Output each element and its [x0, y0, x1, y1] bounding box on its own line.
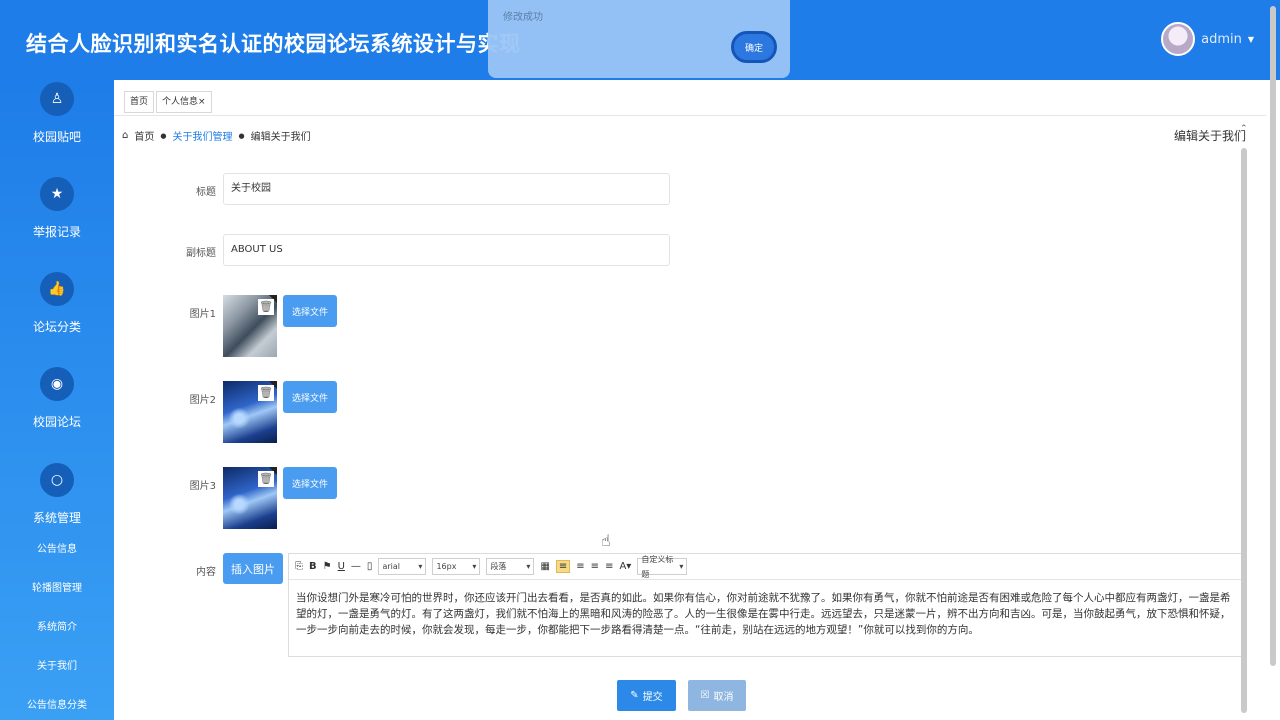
submit-label: 提交: [642, 692, 663, 703]
eye-icon: ◉: [40, 367, 74, 401]
dropdown-arrow-icon: ▾: [418, 562, 423, 571]
sidebar-item-campus-forum[interactable]: ◉ 校园论坛: [0, 367, 114, 430]
separator-dot: ●: [160, 131, 167, 140]
image1-label: 图片1: [189, 309, 216, 320]
align-justify-icon[interactable]: ≡: [605, 561, 613, 572]
page-title: 编辑关于我们: [1173, 129, 1246, 143]
sidebar-subitem-notice-category[interactable]: 公告信息分类: [0, 696, 114, 711]
tab-home[interactable]: 首页: [124, 91, 155, 113]
trash-icon[interactable]: 🗑: [258, 299, 274, 315]
sidebar-subitem-system-intro[interactable]: 系统简介: [0, 618, 114, 633]
font-family-select[interactable]: arial ▾: [378, 558, 427, 575]
user-menu[interactable]: admin ▼: [1161, 22, 1254, 56]
custom-title-value: 自定义标题: [641, 554, 674, 579]
sidebar-item-label: 校园论坛: [32, 415, 81, 429]
trash-icon[interactable]: 🗑: [258, 385, 274, 401]
cancel-button[interactable]: ☒ 取消: [688, 680, 746, 711]
user-name[interactable]: admin: [1201, 32, 1242, 47]
insert-image-button[interactable]: 插入图片: [223, 553, 283, 584]
breadcrumb: ⌂ 首页 ● 关于我们管理 ● 编辑关于我们: [122, 128, 311, 143]
toast-ok-button[interactable]: 确定: [731, 31, 777, 63]
success-toast: 修改成功 确定: [488, 0, 790, 78]
font-color-icon[interactable]: A▾: [619, 561, 631, 572]
subtitle-label: 副标题: [186, 248, 216, 259]
sidebar-subitem-notices[interactable]: 公告信息: [0, 540, 114, 555]
subtitle-input[interactable]: ABOUT US: [223, 234, 670, 266]
align-left-icon[interactable]: ≡: [555, 560, 571, 573]
toast-message: 修改成功: [503, 12, 543, 23]
source-icon[interactable]: ⎘: [295, 561, 303, 572]
image2-label: 图片2: [189, 395, 216, 406]
app-title: 结合人脸识别和实名认证的校园论坛系统设计与实现: [26, 32, 521, 56]
hand-cursor-icon: ☝: [601, 531, 611, 550]
editor-content[interactable]: 当你设想门外是寒冷可怕的世界时，你还应该开门出去看看，是否真的如此。如果你有信心…: [289, 580, 1241, 638]
font-size-value: 16px: [436, 562, 457, 571]
page-scrollbar[interactable]: [1270, 6, 1276, 666]
format-painter-icon[interactable]: ⚑: [323, 561, 332, 572]
search-icon: ○: [40, 463, 74, 497]
chevron-up-icon[interactable]: ⌃: [1240, 124, 1248, 134]
bold-icon[interactable]: B: [309, 561, 317, 572]
star-icon: ★: [40, 177, 74, 211]
horizontal-rule-icon[interactable]: —: [351, 561, 361, 572]
sidebar-item-forum-category[interactable]: 👍 论坛分类: [0, 272, 114, 335]
sidebar-item-label: 举报记录: [32, 225, 81, 239]
font-size-select[interactable]: 16px ▾: [432, 558, 481, 575]
cancel-label: 取消: [713, 692, 734, 703]
submit-button[interactable]: ✎ 提交: [617, 680, 676, 711]
trash-icon[interactable]: 🗑: [258, 471, 274, 487]
sidebar-subitem-carousel[interactable]: 轮播图管理: [0, 579, 114, 594]
sidebar-item-label: 系统管理: [32, 511, 81, 525]
title-input[interactable]: 关于校园: [223, 173, 670, 205]
sidebar: ♙ 校园贴吧 ★ 举报记录 👍 论坛分类 ◉ 校园论坛 ○ 系统管理 公告信息 …: [0, 80, 114, 720]
user-icon: ♙: [40, 82, 74, 116]
edit-icon: ✎: [630, 690, 639, 701]
tab-bar: 首页 个人信息×: [114, 88, 1266, 116]
cancel-icon: ☒: [700, 690, 710, 701]
editor-toolbar: ⎘ B ⚑ U — ▯ arial ▾ 16px ▾ 段落 ▾ ▦ ≡ ≡ ≡ ≡ A…: [289, 554, 1241, 580]
thumbs-up-icon: 👍: [40, 272, 74, 306]
custom-title-select[interactable]: 自定义标题 ▾: [637, 555, 688, 579]
image3-label: 图片3: [189, 481, 216, 492]
sidebar-item-label: 论坛分类: [32, 320, 81, 334]
dropdown-arrow-icon: ▾: [526, 562, 531, 571]
avatar[interactable]: [1161, 22, 1196, 56]
content-scrollbar[interactable]: [1241, 148, 1247, 713]
breadcrumb-section[interactable]: 关于我们管理: [172, 128, 232, 143]
choose-file-button[interactable]: 选择文件: [283, 381, 337, 413]
tab-profile[interactable]: 个人信息×: [156, 91, 212, 113]
dropdown-arrow-icon: ▾: [472, 562, 477, 571]
breadcrumb-home[interactable]: 首页: [134, 128, 154, 143]
chevron-down-icon[interactable]: ▼: [1248, 35, 1254, 44]
rich-text-editor[interactable]: ⎘ B ⚑ U — ▯ arial ▾ 16px ▾ 段落 ▾ ▦ ≡ ≡ ≡ ≡ A…: [288, 553, 1242, 657]
dropdown-arrow-icon: ▾: [679, 562, 684, 571]
align-center-icon[interactable]: ≡: [591, 561, 599, 572]
sidebar-item-label: 校园贴吧: [32, 130, 81, 144]
choose-file-button[interactable]: 选择文件: [283, 467, 337, 499]
underline-icon[interactable]: U: [338, 561, 345, 572]
paragraph-select[interactable]: 段落 ▾: [486, 558, 535, 575]
sidebar-item-system-management[interactable]: ○ 系统管理: [0, 463, 114, 526]
title-label: 标题: [196, 187, 216, 198]
choose-file-button[interactable]: 选择文件: [283, 295, 337, 327]
sidebar-item-campus-bar[interactable]: ♙ 校园贴吧: [0, 82, 114, 145]
paragraph-value: 段落: [490, 562, 507, 571]
content-label: 内容: [196, 567, 216, 578]
sidebar-subitem-about-us[interactable]: 关于我们: [0, 657, 114, 672]
sidebar-item-report-records[interactable]: ★ 举报记录: [0, 177, 114, 240]
align-right-icon[interactable]: ≡: [576, 561, 584, 572]
separator-dot: ●: [238, 131, 245, 140]
font-family-value: arial: [382, 562, 400, 571]
home-icon[interactable]: ⌂: [122, 130, 128, 141]
document-icon[interactable]: ▯: [367, 561, 373, 572]
table-icon[interactable]: ▦: [540, 561, 549, 572]
breadcrumb-current: 编辑关于我们: [250, 132, 311, 143]
